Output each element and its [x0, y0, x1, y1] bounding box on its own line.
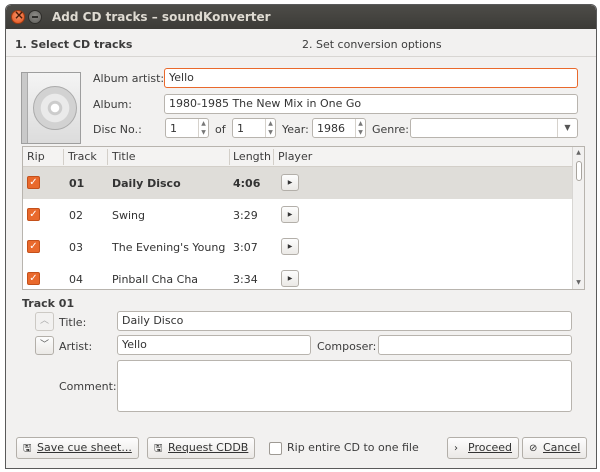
save-icon: 🖫: [154, 443, 163, 454]
disc-number-spin-arrows[interactable]: ▲ ▼: [198, 119, 208, 137]
cd-disc-icon: [33, 86, 77, 130]
composer-label: Composer:: [317, 340, 377, 353]
track-row[interactable]: ✓ 04 Pinball Cha Cha 3:34 ▶: [23, 263, 572, 289]
rip-checkbox[interactable]: ✓: [27, 208, 40, 221]
play-button[interactable]: ▶: [281, 206, 299, 223]
step-select-cd-tracks: 1. Select CD tracks: [15, 38, 133, 51]
album-cover[interactable]: [21, 72, 81, 144]
rip-checkbox[interactable]: ✓: [27, 240, 40, 253]
title-bar: Add CD tracks – soundKonverter: [6, 5, 596, 29]
column-divider[interactable]: [229, 149, 230, 165]
track-length: 3:34: [233, 273, 258, 286]
disc-total-value: 1: [237, 122, 244, 135]
track-row[interactable]: ✓ 03 The Evening's Young 3:07 ▶: [23, 231, 572, 263]
genre-combobox[interactable]: ▼: [410, 118, 578, 138]
request-cddb-label: Request CDDB: [168, 441, 249, 454]
play-button[interactable]: ▶: [281, 238, 299, 255]
chevron-down-icon[interactable]: ▼: [557, 119, 577, 137]
save-cue-sheet-label: Save cue sheet...: [37, 441, 132, 454]
track-title: Pinball Cha Cha: [112, 273, 199, 286]
track-number: 04: [69, 273, 83, 286]
step-divider: [6, 56, 596, 57]
column-divider[interactable]: [273, 149, 274, 165]
disc-number-value: 1: [170, 122, 177, 135]
cancel-icon: ⊘: [529, 443, 538, 454]
tracks-table-header: Rip Track Title Length Player: [23, 147, 584, 167]
year-spin-arrows[interactable]: ▲ ▼: [355, 119, 365, 137]
column-divider[interactable]: [107, 149, 108, 165]
tracks-scrollbar[interactable]: ▲ ▼: [572, 147, 584, 289]
cd-case-spine: [22, 73, 28, 143]
track-number: 03: [69, 241, 83, 254]
cancel-button[interactable]: ⊘ Cancel: [522, 437, 588, 459]
column-player[interactable]: Player: [278, 150, 312, 163]
track-row[interactable]: ✓ 01 Daily Disco 4:06 ▶: [23, 167, 572, 199]
request-cddb-button[interactable]: 🖫 Request CDDB: [147, 437, 256, 459]
rip-checkbox[interactable]: ✓: [27, 272, 40, 285]
album-field[interactable]: 1980-1985 The New Mix in One Go: [164, 94, 578, 114]
column-length[interactable]: Length: [233, 150, 271, 163]
track-title: Swing: [112, 209, 145, 222]
track-number: 02: [69, 209, 83, 222]
track-length: 3:07: [233, 241, 258, 254]
year-value: 1986: [317, 122, 345, 135]
rip-entire-cd-label[interactable]: Rip entire CD to one file: [287, 441, 419, 454]
add-cd-tracks-dialog: Add CD tracks – soundKonverter 1. Select…: [5, 4, 597, 469]
album-artist-field[interactable]: Yello: [164, 68, 578, 88]
track-length: 3:29: [233, 209, 258, 222]
comment-label: Comment:: [59, 380, 117, 393]
close-window-button[interactable]: [11, 8, 25, 24]
save-icon: 🖫: [23, 443, 32, 454]
disc-total-spin-arrows[interactable]: ▲ ▼: [265, 119, 275, 137]
minimize-window-button[interactable]: [28, 10, 42, 24]
column-divider[interactable]: [63, 149, 64, 165]
composer-field[interactable]: [378, 335, 572, 355]
column-rip[interactable]: Rip: [27, 150, 45, 163]
rip-entire-cd-checkbox[interactable]: [269, 442, 282, 455]
year-spinbox[interactable]: 1986 ▲ ▼: [312, 118, 366, 138]
play-button[interactable]: ▶: [281, 270, 299, 287]
track-length: 4:06: [233, 177, 261, 190]
track-row[interactable]: ✓ 02 Swing 3:29 ▶: [23, 199, 572, 231]
proceed-button[interactable]: › Proceed: [447, 437, 520, 459]
chevron-right-icon: ›: [454, 443, 458, 454]
track-artist-label: Artist:: [59, 340, 93, 353]
disc-number-label: Disc No.:: [93, 123, 142, 136]
scroll-up-icon[interactable]: ▲: [573, 148, 584, 158]
year-label: Year:: [282, 123, 309, 136]
chevron-up-icon: ︿: [39, 316, 49, 326]
album-label: Album:: [93, 98, 132, 111]
cancel-label: Cancel: [543, 441, 581, 454]
track-artist-field[interactable]: Yello: [117, 335, 311, 355]
disc-number-spinbox[interactable]: 1 ▲ ▼: [165, 118, 209, 138]
scroll-down-icon[interactable]: ▼: [573, 278, 584, 288]
chevron-down-icon: ﹀: [39, 340, 49, 350]
album-artist-label: Album artist:: [93, 72, 165, 85]
comment-textarea[interactable]: [117, 360, 572, 412]
column-title[interactable]: Title: [112, 150, 136, 163]
next-track-button[interactable]: ﹀: [35, 336, 54, 355]
tracks-table: Rip Track Title Length Player ✓ 01 Daily…: [22, 146, 585, 290]
play-button[interactable]: ▶: [281, 174, 299, 191]
track-title: The Evening's Young: [112, 241, 226, 254]
scrollbar-thumb[interactable]: [576, 161, 582, 181]
window-title: Add CD tracks – soundKonverter: [52, 10, 271, 24]
track-title-field[interactable]: Daily Disco: [117, 311, 572, 331]
step-set-conversion-options: 2. Set conversion options: [302, 38, 442, 51]
proceed-label: Proceed: [468, 441, 513, 454]
rip-checkbox[interactable]: ✓: [27, 176, 40, 189]
save-cue-sheet-button[interactable]: 🖫 Save cue sheet...: [16, 437, 139, 459]
track-details-heading: Track 01: [22, 297, 75, 310]
track-title: Daily Disco: [112, 177, 181, 190]
previous-track-button[interactable]: ︿: [35, 312, 54, 331]
genre-label: Genre:: [372, 123, 410, 136]
disc-of-label: of: [215, 123, 226, 136]
disc-total-spinbox[interactable]: 1 ▲ ▼: [232, 118, 276, 138]
column-track[interactable]: Track: [68, 150, 97, 163]
track-number: 01: [69, 177, 85, 190]
track-title-label: Title:: [59, 316, 87, 329]
